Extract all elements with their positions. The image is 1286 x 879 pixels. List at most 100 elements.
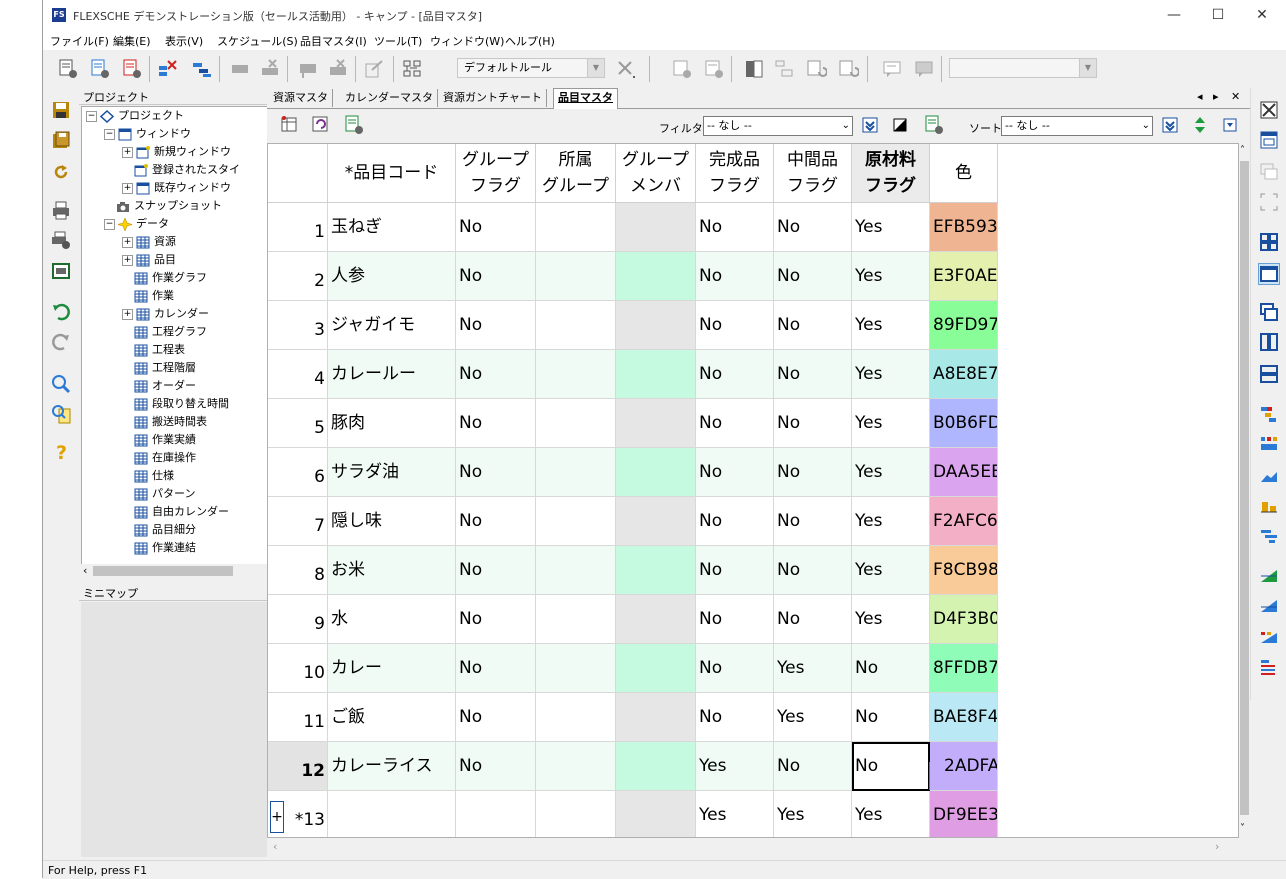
delete-link-icon[interactable]	[157, 58, 179, 80]
raw-cell[interactable]: No	[852, 693, 930, 742]
intermediate-cell[interactable]: No	[774, 203, 852, 252]
table-settings-icon[interactable]	[279, 114, 301, 136]
stock-chart-icon[interactable]	[1259, 566, 1279, 586]
bar-chart-icon[interactable]	[1259, 496, 1279, 516]
expand-icon[interactable]: +	[122, 146, 133, 158]
finished-cell[interactable]: Yes	[696, 742, 774, 791]
color-cell[interactable]: EFB593	[930, 203, 998, 252]
tree-node[interactable]: パターン	[122, 485, 195, 503]
tree-node[interactable]: − データ	[104, 215, 169, 233]
finished-cell[interactable]: No	[696, 301, 774, 350]
color-cell[interactable]: F2AFC6	[930, 497, 998, 546]
project-tree[interactable]: − プロジェクト − ウィンドウ + 新規ウィンドウ 登録されたスタイ + 既存ウィンドウ スナッ…	[81, 106, 283, 566]
add-row-icon[interactable]: +	[270, 801, 284, 833]
tile-grid-icon[interactable]	[1259, 232, 1279, 252]
split-view-icon[interactable]	[743, 58, 765, 80]
scroll-up-icon[interactable]: ˄	[1240, 145, 1245, 156]
member-cell[interactable]	[616, 301, 696, 350]
scroll-thumb[interactable]	[93, 566, 233, 576]
color-cell[interactable]: DF9EE3	[930, 791, 998, 837]
disabled-combo[interactable]: ▼	[949, 58, 1097, 78]
tree-node[interactable]: 工程階層	[122, 359, 196, 377]
group-cell[interactable]	[536, 644, 616, 693]
menu-schedule[interactable]: スケジュール(S)	[217, 33, 298, 49]
filter-apply-icon[interactable]	[859, 114, 881, 136]
menu-file[interactable]: ファイル(F)	[50, 33, 109, 49]
color-cell[interactable]: B0B6FD	[930, 399, 998, 448]
raw-cell[interactable]: Yes	[852, 350, 930, 399]
intermediate-cell[interactable]: No	[774, 301, 852, 350]
finished-cell[interactable]: Yes	[696, 791, 774, 837]
tree-view-icon[interactable]	[773, 58, 795, 80]
raw-cell[interactable]: Yes	[852, 546, 930, 595]
tile-vertical-icon[interactable]	[1259, 332, 1279, 352]
intermediate-cell[interactable]: No	[774, 497, 852, 546]
member-cell[interactable]	[616, 203, 696, 252]
refresh-doc2-icon[interactable]	[837, 58, 860, 80]
sort-select[interactable]: -- なし -- ⌄	[1001, 116, 1153, 136]
raw-cell[interactable]: No	[852, 644, 930, 693]
tab-close-icon[interactable]: ✕	[1231, 90, 1240, 103]
menu-window[interactable]: ウィンドウ(W)	[430, 33, 504, 49]
load-chart-icon[interactable]	[1259, 626, 1279, 646]
group-cell[interactable]	[536, 399, 616, 448]
search-doc-icon[interactable]	[51, 404, 71, 424]
intermediate-cell[interactable]: No	[774, 350, 852, 399]
group-cell[interactable]	[536, 301, 616, 350]
tile-horizontal-icon[interactable]	[1259, 364, 1279, 384]
list-chart-icon[interactable]	[1259, 658, 1279, 678]
cascade-gray-icon[interactable]	[1259, 162, 1279, 182]
menu-edit[interactable]: 編集(E)	[113, 33, 151, 49]
raw-cell-editing[interactable]: No⌄	[852, 742, 945, 791]
undo-icon[interactable]	[51, 302, 71, 322]
intermediate-cell[interactable]: Yes	[774, 693, 852, 742]
bar-delete-icon[interactable]	[259, 58, 281, 80]
minimap-view[interactable]	[81, 602, 295, 857]
menu-tools[interactable]: ツール(T)	[374, 33, 422, 49]
expand-icon[interactable]: +	[122, 182, 133, 194]
group-cell[interactable]	[536, 791, 616, 837]
sort-download-icon[interactable]	[1219, 114, 1241, 136]
row-number[interactable]: 11	[268, 693, 328, 742]
code-cell[interactable]: 豚肉	[328, 399, 456, 448]
member-cell[interactable]	[616, 742, 696, 791]
tools-icon[interactable]	[615, 58, 637, 80]
marker-icon[interactable]	[297, 58, 319, 80]
marker-delete-icon[interactable]	[327, 58, 349, 80]
color-cell[interactable]: 8FFDB7	[930, 644, 998, 693]
settings-doc-red-icon[interactable]	[121, 58, 143, 80]
fullscreen-icon[interactable]	[1259, 192, 1279, 212]
member-cell[interactable]	[616, 399, 696, 448]
tab-prev-icon[interactable]: ◂	[1197, 90, 1203, 103]
member-cell[interactable]	[616, 546, 696, 595]
group-cell[interactable]	[536, 448, 616, 497]
settings-doc-blue-icon[interactable]	[89, 58, 111, 80]
timeline-icon[interactable]	[1259, 526, 1279, 546]
group_flag-cell[interactable]: No	[456, 252, 536, 301]
doc-settings-gray2-icon[interactable]	[703, 58, 725, 80]
raw-cell[interactable]: Yes	[852, 252, 930, 301]
member-cell[interactable]	[616, 252, 696, 301]
group_flag-cell[interactable]: No	[456, 399, 536, 448]
table-refresh-icon[interactable]	[309, 114, 331, 136]
grid-settings-icon[interactable]	[343, 114, 365, 136]
menu-item-master[interactable]: 品目マスタ(I)	[300, 33, 367, 49]
group_flag-cell[interactable]: No	[456, 742, 536, 791]
intermediate-cell[interactable]: No	[774, 399, 852, 448]
group-cell[interactable]	[536, 203, 616, 252]
column-header[interactable]: 中間品 フラグ	[774, 144, 852, 203]
tree-node[interactable]: 工程表	[122, 341, 185, 359]
color-cell[interactable]: BAE8F4	[930, 693, 998, 742]
raw-cell[interactable]: Yes	[852, 497, 930, 546]
code-cell[interactable]: 隠し味	[328, 497, 456, 546]
group_flag-cell[interactable]: No	[456, 644, 536, 693]
grid-horizontal-scrollbar[interactable]: ‹ ›	[267, 838, 1239, 854]
group_flag-cell[interactable]	[456, 791, 536, 837]
rule-combo[interactable]: デフォルトルール ▼	[457, 58, 605, 78]
collapse-icon[interactable]: −	[104, 218, 115, 230]
tree-horizontal-scrollbar[interactable]: ‹ ›	[81, 564, 295, 578]
raw-cell[interactable]: Yes	[852, 448, 930, 497]
intermediate-cell[interactable]: No	[774, 252, 852, 301]
area-chart-icon[interactable]	[1259, 466, 1279, 486]
row-number[interactable]: 3	[268, 301, 328, 350]
